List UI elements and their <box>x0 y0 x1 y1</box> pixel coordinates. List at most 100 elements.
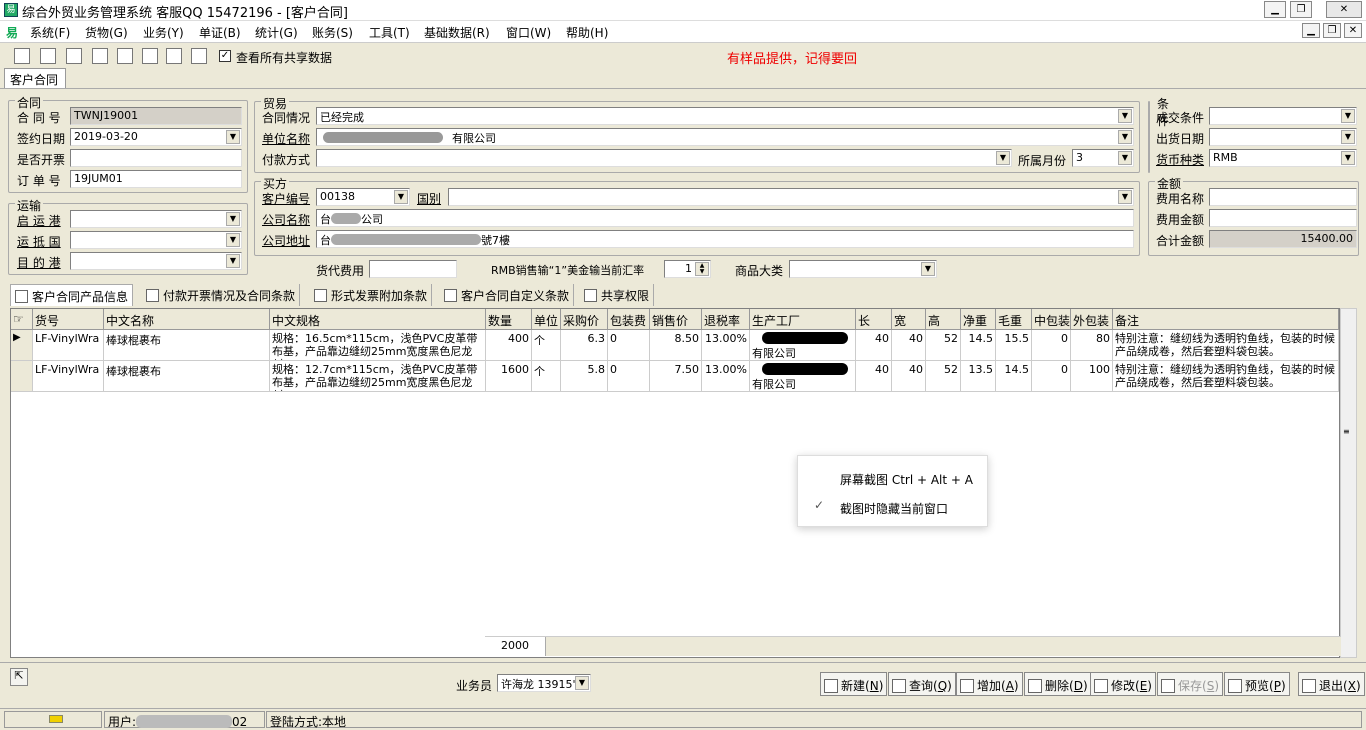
col-factory[interactable]: 生产工厂 <box>750 309 856 330</box>
col-sku[interactable]: 货号 <box>33 309 104 330</box>
fee-amount-field[interactable] <box>1209 209 1357 227</box>
child-restore-icon[interactable]: ❐ <box>1323 23 1341 38</box>
exit-icon[interactable] <box>191 48 207 64</box>
sign-date-field[interactable]: 2019-03-20 ▼ <box>70 128 242 146</box>
category-select[interactable]: ▼ <box>789 260 937 278</box>
col-name[interactable]: 中文名称 <box>104 309 270 330</box>
menu-hide-window[interactable]: 截图时隐藏当前窗口 <box>840 500 948 517</box>
payment-method-select[interactable]: ▼ <box>316 149 1012 167</box>
chevron-down-icon[interactable]: ▼ <box>1118 130 1132 144</box>
chevron-down-icon[interactable]: ▼ <box>1118 109 1132 123</box>
exchange-rate-field[interactable]: 1 ▲ ▼ <box>664 260 711 278</box>
col-height[interactable]: 高 <box>926 309 961 330</box>
cell-sell-price[interactable]: 7.50 <box>650 361 702 392</box>
tab-product-info[interactable]: 客户合同产品信息 <box>10 284 134 306</box>
cell-width[interactable]: 40 <box>892 361 926 392</box>
country-select[interactable]: ▼ <box>448 188 1134 206</box>
chevron-down-icon[interactable]: ▼ <box>1341 109 1355 123</box>
chevron-down-icon[interactable]: ▼ <box>1341 130 1355 144</box>
cell-outer-pack[interactable]: 100 <box>1071 361 1113 392</box>
chevron-down-icon[interactable]: ▼ <box>1341 151 1355 165</box>
col-pack-fee[interactable]: 包装费 <box>608 309 650 330</box>
menu-documents[interactable]: 单证(B) <box>199 24 241 41</box>
preview-button[interactable]: 预览(P) <box>1224 672 1290 696</box>
cell-tax-rate[interactable]: 13.00% <box>702 361 750 392</box>
col-note[interactable]: 备注 <box>1113 309 1339 330</box>
export-icon[interactable] <box>117 48 133 64</box>
edit-button[interactable]: 修改(E) <box>1090 672 1156 696</box>
chevron-down-icon[interactable]: ▼ <box>226 233 240 247</box>
row-pointer-icon[interactable]: ▶ <box>11 330 33 361</box>
scroll-grip-icon[interactable]: ≡ <box>1343 427 1350 436</box>
cell-name[interactable]: 棒球棍裹布 <box>104 330 270 361</box>
menu-business[interactable]: 业务(Y) <box>143 24 184 41</box>
chevron-down-icon[interactable]: ▼ <box>226 212 240 226</box>
cell-pack-fee[interactable]: 0 <box>608 361 650 392</box>
menu-statistics[interactable]: 统计(G) <box>255 24 298 41</box>
cell-width[interactable]: 40 <box>892 330 926 361</box>
tab-customer-contract[interactable]: 客户合同 <box>4 68 66 88</box>
save-button[interactable]: 保存(S) <box>1157 672 1224 696</box>
share-data-checkbox[interactable]: ✓ <box>219 50 231 62</box>
currency-select[interactable]: RMB ▼ <box>1209 149 1357 167</box>
cell-buy-price[interactable]: 5.8 <box>561 361 608 392</box>
company-address-field[interactable]: 台號7樓 <box>316 230 1134 248</box>
col-buy-price[interactable]: 采购价 <box>561 309 608 330</box>
cell-inner-pack[interactable]: 0 <box>1032 361 1071 392</box>
cell-outer-pack[interactable]: 80 <box>1071 330 1113 361</box>
order-no-field[interactable]: 19JUM01 <box>70 170 242 188</box>
tab-invoice-terms[interactable]: 形式发票附加条款 <box>310 284 433 306</box>
edit-doc-icon[interactable] <box>40 48 56 64</box>
menu-screenshot[interactable]: 屏幕截图 Ctrl + Alt + A <box>840 471 973 488</box>
cell-net-weight[interactable]: 13.5 <box>961 361 996 392</box>
col-gross-weight[interactable]: 毛重 <box>996 309 1032 330</box>
row-selector[interactable] <box>11 361 33 392</box>
col-width[interactable]: 宽 <box>892 309 926 330</box>
delete-button[interactable]: 删除(D) <box>1024 672 1092 696</box>
menu-basic-data[interactable]: 基础数据(R) <box>424 24 490 41</box>
dest-country-select[interactable]: ▼ <box>70 231 242 249</box>
fee-name-field[interactable] <box>1209 188 1357 206</box>
month-select[interactable]: 3 ▼ <box>1072 149 1134 167</box>
add-button[interactable]: 增加(A) <box>956 672 1023 696</box>
chevron-down-icon[interactable]: ▼ <box>226 130 240 144</box>
cell-tax-rate[interactable]: 13.00% <box>702 330 750 361</box>
cell-gross-weight[interactable]: 14.5 <box>996 361 1032 392</box>
col-tax-rate[interactable]: 退税率 <box>702 309 750 330</box>
exit-button[interactable]: 退出(X) <box>1298 672 1365 696</box>
cell-inner-pack[interactable]: 0 <box>1032 330 1071 361</box>
cell-sku[interactable]: LF-VinylWra <box>33 330 104 361</box>
new-button[interactable]: 新建(N) <box>820 672 888 696</box>
tab-custom-terms[interactable]: 客户合同自定义条款 <box>440 284 575 306</box>
chevron-down-icon[interactable]: ▼ <box>1118 190 1132 204</box>
cell-sku[interactable]: LF-VinylWra <box>33 361 104 392</box>
cell-pack-fee[interactable]: 0 <box>608 330 650 361</box>
folder-icon[interactable] <box>166 48 182 64</box>
cell-net-weight[interactable]: 14.5 <box>961 330 996 361</box>
grid-scrollbar[interactable]: ≡ <box>1340 308 1357 658</box>
cell-gross-weight[interactable]: 15.5 <box>996 330 1032 361</box>
cell-name[interactable]: 棒球棍裹布 <box>104 361 270 392</box>
child-close-icon[interactable]: ✕ <box>1344 23 1362 38</box>
cell-note[interactable]: 特别注意：缝纫线为透明钓鱼线，包装的时候产品绕成卷，然后套塑料袋包装。 <box>1113 361 1339 392</box>
minimize-icon[interactable]: ▁ <box>1264 1 1286 18</box>
menu-goods[interactable]: 货物(G) <box>85 24 128 41</box>
cell-note[interactable]: 特别注意：缝纫线为透明钓鱼线，包装的时候产品绕成卷，然后套塑料袋包装。 <box>1113 330 1339 361</box>
cell-height[interactable]: 52 <box>926 330 961 361</box>
cell-spec[interactable]: 规格：12.7cm*115cm，浅色PVC皮革带布基，产品靠边缝纫25mm宽度黑… <box>270 361 486 392</box>
product-grid[interactable]: ☞ 货号 中文名称 中文规格 数量 单位 采购价 包装费 销售价 退税率 生产工… <box>10 308 1340 658</box>
start-port-select[interactable]: ▼ <box>70 210 242 228</box>
cell-spec[interactable]: 规格：16.5cm*115cm，浅色PVC皮革带布基，产品靠边缝纫25mm宽度黑… <box>270 330 486 361</box>
chevron-down-icon[interactable]: ▼ <box>226 254 240 268</box>
col-net-weight[interactable]: 净重 <box>961 309 996 330</box>
menu-system[interactable]: 系统(F) <box>30 24 70 41</box>
tab-payment-terms[interactable]: 付款开票情况及合同条款 <box>142 284 301 306</box>
report-icon[interactable] <box>92 48 108 64</box>
cell-unit[interactable]: 个 <box>532 361 561 392</box>
col-unit[interactable]: 单位 <box>532 309 561 330</box>
col-inner-pack[interactable]: 中包装 <box>1032 309 1071 330</box>
cell-qty[interactable]: 400 <box>486 330 532 361</box>
col-sell-price[interactable]: 销售价 <box>650 309 702 330</box>
chevron-down-icon[interactable]: ▼ <box>575 676 589 690</box>
deal-terms-select[interactable]: ▼ <box>1209 107 1357 125</box>
